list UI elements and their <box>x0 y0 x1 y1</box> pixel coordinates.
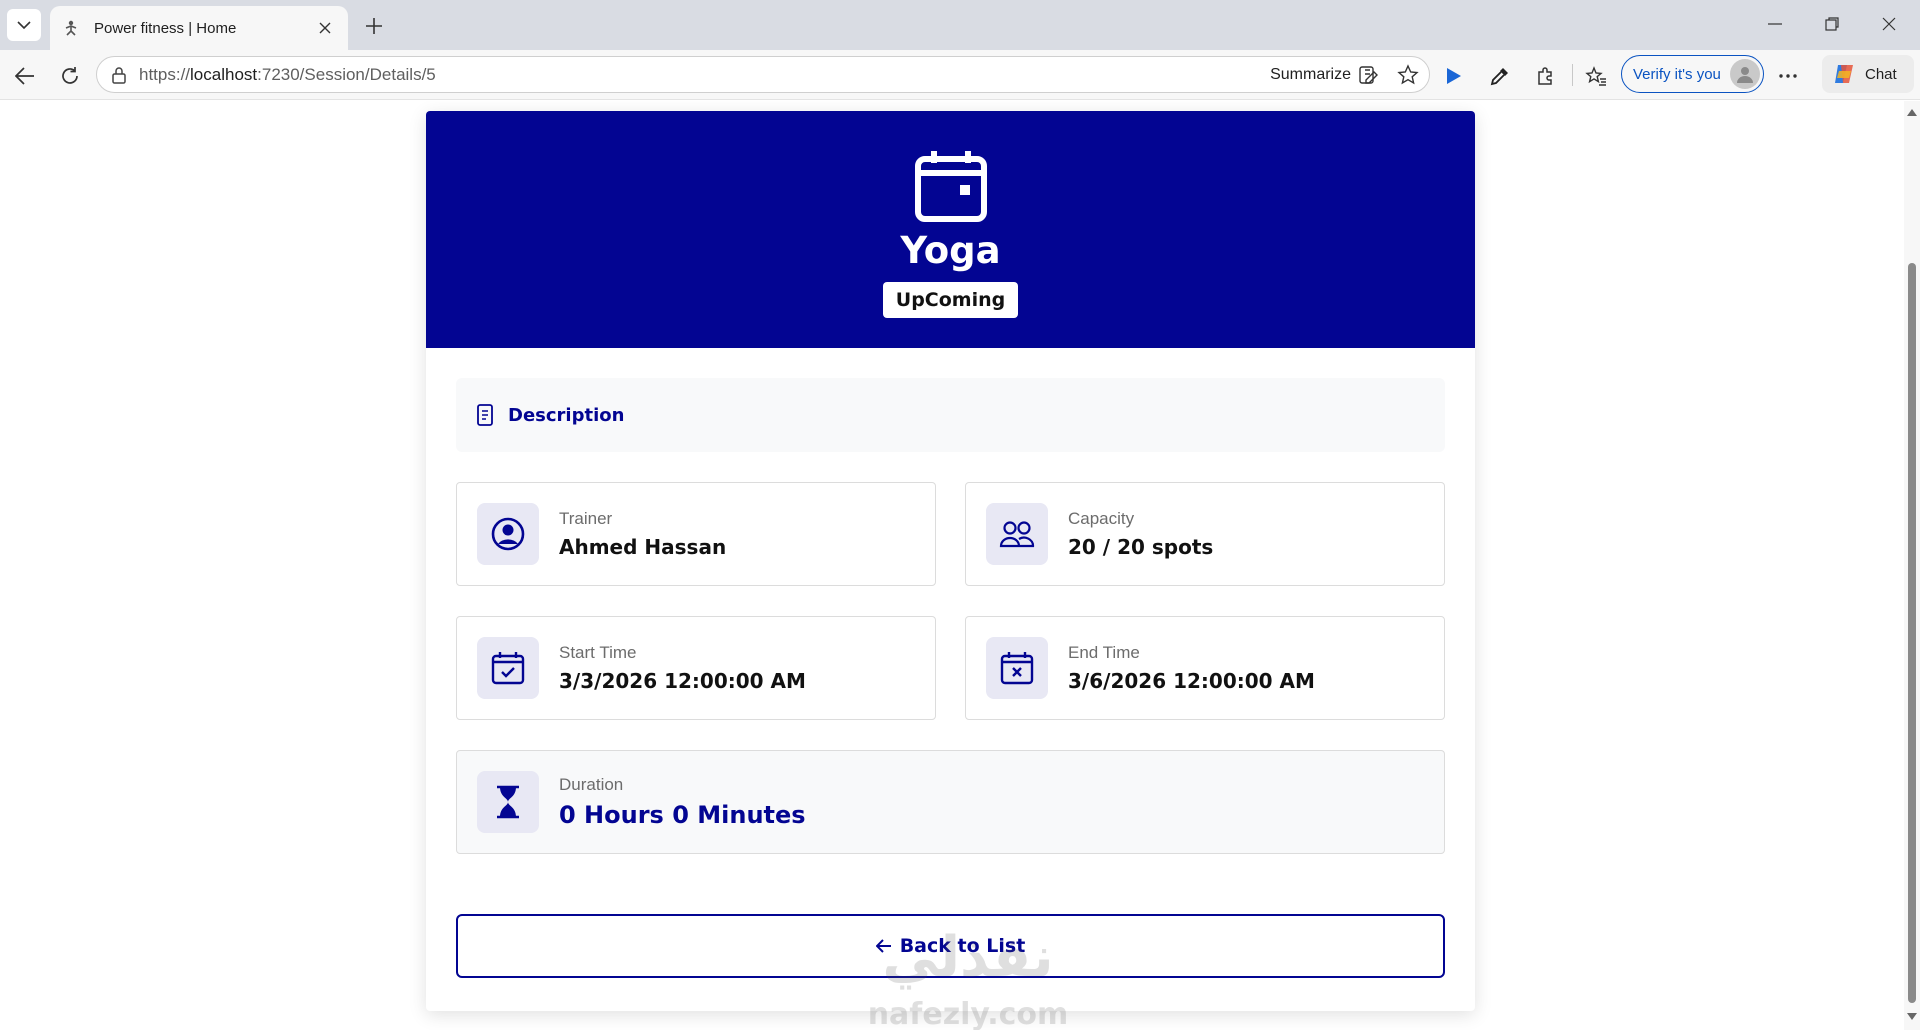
arrow-left-icon <box>875 939 891 953</box>
duration-label: Duration <box>559 775 624 794</box>
vertical-scrollbar[interactable] <box>1904 101 1920 1030</box>
description-section: Description <box>456 378 1445 452</box>
minimize-icon[interactable] <box>1749 6 1801 42</box>
more-options-icon[interactable] <box>1772 60 1804 92</box>
scroll-up-arrow-icon[interactable] <box>1907 109 1917 116</box>
restore-icon[interactable] <box>1806 6 1858 42</box>
end-time-value: 3/6/2026 12:00:00 AM <box>1068 669 1315 693</box>
description-heading: Description <box>508 404 625 426</box>
capacity-value: 20 / 20 spots <box>1068 535 1214 559</box>
scroll-thumb[interactable] <box>1908 263 1916 1003</box>
copilot-icon <box>1835 65 1853 83</box>
back-to-list-button[interactable]: Back to List <box>456 914 1445 978</box>
calendar-icon <box>914 151 987 222</box>
back-to-list-label: Back to List <box>899 935 1026 957</box>
tab-list-chevron-icon[interactable] <box>7 9 41 41</box>
lock-icon[interactable] <box>109 65 129 85</box>
session-body: Description Trainer Ahmed Hassan Capacit… <box>426 348 1475 978</box>
tab-title: Power fitness | Home <box>94 19 237 37</box>
favorites-list-icon[interactable] <box>1580 60 1612 92</box>
session-header: Yoga UpComing <box>426 111 1475 348</box>
profile-avatar-icon <box>1730 59 1760 89</box>
trainer-value: Ahmed Hassan <box>559 535 727 559</box>
scroll-down-arrow-icon[interactable] <box>1907 1013 1917 1020</box>
people-icon <box>986 503 1048 565</box>
reload-icon[interactable] <box>54 60 86 92</box>
active-tab[interactable]: Power fitness | Home <box>50 6 348 50</box>
summarize-button[interactable]: Summarize <box>1270 64 1379 86</box>
favorite-star-icon[interactable] <box>1397 64 1419 86</box>
session-details-card: Yoga UpComing Description Trainer Ahmed … <box>426 111 1475 1011</box>
trainer-label: Trainer <box>559 509 613 528</box>
page-viewport: Yoga UpComing Description Trainer Ahmed … <box>0 101 1904 1030</box>
end-time-card: End Time 3/6/2026 12:00:00 AM <box>965 616 1445 720</box>
address-bar[interactable]: https://localhost:7230/Session/Details/5… <box>96 56 1430 93</box>
eyedropper-icon[interactable] <box>1484 60 1516 92</box>
status-badge: UpComing <box>882 282 1019 318</box>
fitness-favicon-icon <box>65 20 77 36</box>
start-time-label: Start Time <box>559 643 637 662</box>
trainer-card: Trainer Ahmed Hassan <box>456 482 936 586</box>
copilot-chat-button[interactable]: Chat <box>1822 55 1914 93</box>
person-circle-icon <box>477 503 539 565</box>
capacity-card: Capacity 20 / 20 spots <box>965 482 1445 586</box>
duration-value: 0 Hours 0 Minutes <box>559 801 806 829</box>
calendar-check-icon <box>477 637 539 699</box>
extensions-puzzle-icon[interactable] <box>1529 60 1561 92</box>
summarize-icon <box>1359 66 1378 84</box>
calendar-x-icon <box>986 637 1048 699</box>
verify-profile-button[interactable]: Verify it's you <box>1621 55 1764 93</box>
new-tab-plus-icon[interactable] <box>358 11 390 41</box>
session-title: Yoga <box>900 229 1001 272</box>
duration-card: Duration 0 Hours 0 Minutes <box>456 750 1445 854</box>
close-window-icon[interactable] <box>1863 6 1915 42</box>
document-icon <box>477 404 493 426</box>
close-tab-icon[interactable] <box>314 17 336 39</box>
start-time-card: Start Time 3/3/2026 12:00:00 AM <box>456 616 936 720</box>
capacity-label: Capacity <box>1068 509 1135 528</box>
hourglass-icon <box>477 771 539 833</box>
session-info-grid: Trainer Ahmed Hassan Capacity 20 / 20 sp… <box>456 482 1445 854</box>
url-text: https://localhost:7230/Session/Details/5 <box>139 64 436 84</box>
back-arrow-icon[interactable] <box>9 60 41 92</box>
tab-strip: Power fitness | Home <box>0 0 1920 50</box>
start-time-value: 3/3/2026 12:00:00 AM <box>559 669 806 693</box>
toolbar-divider <box>1572 64 1573 86</box>
browser-toolbar: https://localhost:7230/Session/Details/5… <box>0 50 1920 100</box>
play-extension-icon[interactable] <box>1438 60 1470 92</box>
end-time-label: End Time <box>1068 643 1140 662</box>
